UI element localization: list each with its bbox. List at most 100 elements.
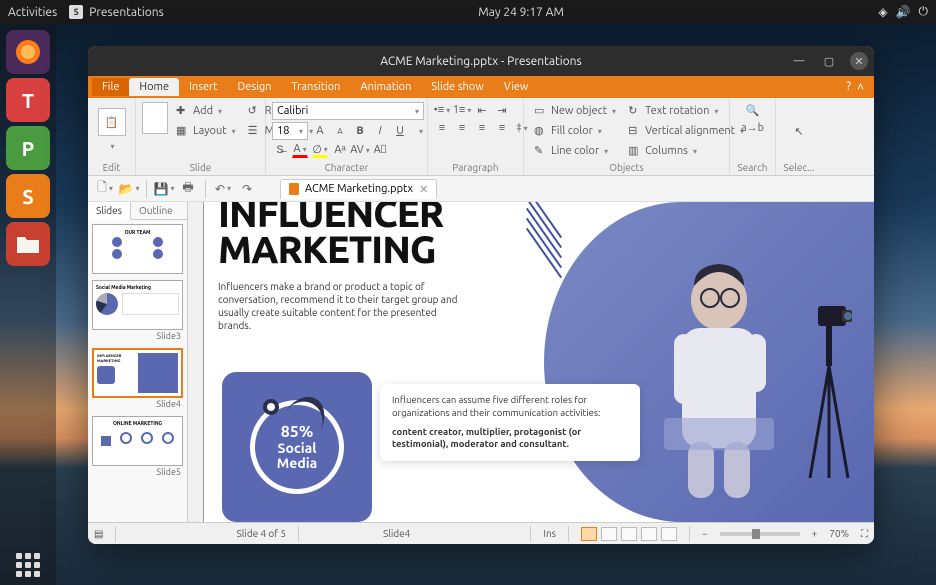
highlight-icon[interactable]: ∅ [312, 142, 328, 158]
outdent-icon[interactable]: ⇤ [474, 102, 490, 118]
paste-dropdown[interactable] [104, 138, 120, 154]
replace-icon[interactable]: a→b [745, 120, 761, 136]
dock-files[interactable] [6, 222, 50, 266]
slide-title[interactable]: INFLUENCER MARKETING [218, 202, 443, 268]
canvas-area: INFLUENCER MARKETING Influencers make a … [188, 202, 874, 522]
power-icon[interactable]: ⏻ [919, 5, 929, 19]
status-insert-mode[interactable]: Ins [543, 528, 556, 539]
zoom-in-icon[interactable]: + [812, 528, 818, 539]
view-show-icon[interactable] [661, 527, 677, 541]
indent-icon[interactable]: ⇥ [494, 102, 510, 118]
thumb-slide4[interactable]: INFLUENCER MARKETING Slide4 [92, 348, 183, 410]
slide-callout[interactable]: Influencers can assume five different ro… [380, 384, 640, 461]
strikethrough-icon[interactable]: S̶ [272, 142, 288, 158]
layout-icon: ▦ [176, 124, 190, 138]
menu-home[interactable]: Home [129, 78, 179, 96]
tab-slides[interactable]: Slides [88, 202, 131, 220]
decoration-lines [514, 208, 574, 268]
menu-design[interactable]: Design [228, 78, 282, 96]
close-button[interactable]: ✕ [850, 52, 868, 70]
shrink-font-icon[interactable]: A [332, 123, 348, 139]
menu-animation[interactable]: Animation [350, 78, 421, 96]
menu-view[interactable]: View [494, 78, 539, 96]
thumb-slide3[interactable]: Social Media Marketing Slide3 [92, 280, 183, 342]
ribbon-help-icon[interactable]: ? [846, 80, 851, 94]
document-tab-close-icon[interactable]: ✕ [419, 183, 428, 196]
underline-icon[interactable]: U [392, 123, 408, 139]
add-slide-button[interactable]: ✚Add [172, 102, 240, 120]
slide-description[interactable]: Influencers make a brand or product a to… [218, 280, 468, 332]
ruler-vertical [188, 202, 204, 522]
tab-outline[interactable]: Outline [131, 202, 181, 219]
sidebar-toggle-icon[interactable]: ▤ [94, 528, 103, 540]
numbering-icon[interactable]: 1≡ [454, 102, 470, 118]
italic-icon[interactable]: I [372, 123, 388, 139]
dock-planmaker[interactable]: P [6, 126, 50, 170]
char-spacing-icon[interactable]: AV [352, 142, 368, 158]
zoom-level[interactable]: 70% [829, 528, 849, 539]
maximize-button[interactable]: ▢ [820, 52, 838, 70]
zoom-fit-icon[interactable]: ⛶ [861, 528, 868, 540]
new-slide-icon[interactable] [142, 102, 168, 134]
qat-open-icon[interactable]: 📂 [118, 179, 140, 199]
qat-print-icon[interactable]: 🖶 [177, 179, 199, 199]
menu-insert[interactable]: Insert [179, 78, 227, 96]
minimize-button[interactable]: — [790, 52, 808, 70]
app-indicator-label[interactable]: Presentations [89, 6, 164, 19]
font-color-icon[interactable]: A [292, 142, 308, 158]
bullets-icon[interactable]: •≡ [434, 102, 450, 118]
view-sorter-icon[interactable] [601, 527, 617, 541]
zoom-out-icon[interactable]: − [702, 528, 708, 539]
align-center-icon[interactable]: ≡ [454, 120, 470, 136]
qat-undo-icon[interactable]: ↶ [212, 179, 234, 199]
stat-box[interactable]: 85% SocialMedia [222, 372, 372, 522]
network-icon[interactable]: ◈ [878, 5, 887, 19]
group-character-label: Character [272, 160, 421, 175]
paste-icon[interactable]: 📋 [98, 108, 126, 136]
bold-icon[interactable]: B [352, 123, 368, 139]
dock-presentations[interactable]: S [6, 174, 50, 218]
slide-canvas[interactable]: INFLUENCER MARKETING Influencers make a … [204, 202, 874, 522]
select-cursor-icon[interactable]: ↖ [787, 119, 811, 143]
grow-font-icon[interactable]: A [312, 123, 328, 139]
new-object-button[interactable]: ▭New object [530, 102, 620, 120]
menu-file[interactable]: File [92, 78, 129, 96]
view-outline-icon[interactable] [621, 527, 637, 541]
qat-redo-icon[interactable]: ↷ [236, 179, 258, 199]
group-objects-label: Objects [530, 160, 723, 175]
clock[interactable]: May 24 9:17 AM [164, 6, 879, 19]
line-icon: ✎ [534, 144, 548, 158]
object-icon: ▭ [534, 104, 548, 118]
thumb-slide5[interactable]: ONLINE MARKETING Slide5 [92, 416, 183, 478]
align-justify-icon[interactable]: ≡ [494, 120, 510, 136]
superscript-icon[interactable]: Aᵃ [332, 142, 348, 158]
volume-icon[interactable]: 🔊 [896, 5, 911, 19]
thumb-label-5: Slide5 [92, 466, 183, 478]
view-normal-icon[interactable] [581, 527, 597, 541]
dock-textmaker[interactable]: T [6, 78, 50, 122]
dock-firefox[interactable] [6, 30, 50, 74]
zoom-slider[interactable] [720, 532, 800, 536]
view-notes-icon[interactable] [641, 527, 657, 541]
reset-icon: ↺ [248, 104, 262, 118]
menu-slideshow[interactable]: Slide show [421, 78, 493, 96]
layout-button[interactable]: ▦Layout [172, 122, 240, 140]
clear-format-icon[interactable]: A⃠ [372, 142, 388, 158]
find-icon[interactable]: 🔍 [745, 102, 761, 118]
line-color-button[interactable]: ✎Line color [530, 142, 620, 160]
thumb-slide2[interactable]: OUR TEAM [92, 224, 183, 274]
qat-save-icon[interactable]: 💾 [153, 179, 175, 199]
dock-show-apps[interactable] [16, 553, 40, 577]
document-tab[interactable]: ACME Marketing.pptx ✕ [280, 179, 437, 199]
columns-icon: ▥ [628, 144, 642, 158]
align-right-icon[interactable]: ≡ [474, 120, 490, 136]
font-name-select[interactable]: Calibri▾ [272, 102, 424, 120]
underline-dropdown[interactable] [412, 123, 428, 139]
qat-new-icon[interactable]: 🗋 [94, 179, 116, 199]
align-left-icon[interactable]: ≡ [434, 120, 450, 136]
menu-transition[interactable]: Transition [281, 78, 350, 96]
fill-color-button[interactable]: ◍Fill color [530, 122, 620, 140]
activities-button[interactable]: Activities [8, 6, 57, 19]
ribbon-collapse-icon[interactable]: ˄ [857, 80, 864, 94]
font-size-select[interactable]: 18▾ [272, 122, 308, 140]
